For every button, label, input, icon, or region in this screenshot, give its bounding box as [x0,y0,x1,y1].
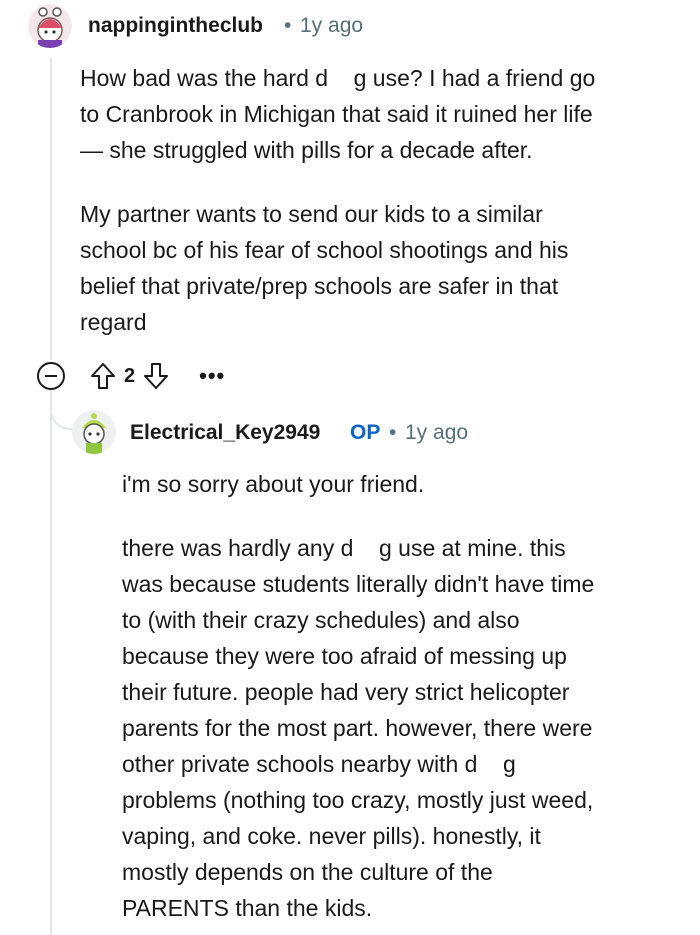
reply-avatar[interactable] [72,410,116,454]
comment-paragraph-1: How bad was the hard d g use? I had a fr… [80,65,596,163]
reply-paragraph-2: there was hardly any d g use at mine. th… [122,535,595,921]
avatar[interactable] [28,4,72,48]
comment-separator: • [284,14,292,37]
reply-separator: • [389,421,397,444]
downvote-icon[interactable] [141,361,171,391]
comment-action-bar: 2 ••• [36,358,225,394]
comment-username[interactable]: nappingintheclub [88,14,263,38]
op-badge: OP [350,421,381,444]
collapse-icon[interactable] [36,361,66,391]
reply-connector [50,390,76,430]
reply-thread-line [50,390,52,935]
thread-line [50,58,52,360]
reply-paragraph-1: i'm so sorry about your friend. [122,471,425,497]
reply-username[interactable]: Electrical_Key2949 [130,421,320,445]
vote-count: 2 [124,364,136,387]
reply-timestamp: 1y ago [405,421,469,444]
comment-paragraph-2: My partner wants to send our kids to a s… [80,201,569,335]
more-options-icon[interactable]: ••• [199,365,225,387]
upvote-icon[interactable] [88,361,118,391]
comment-timestamp: 1y ago [300,14,364,37]
